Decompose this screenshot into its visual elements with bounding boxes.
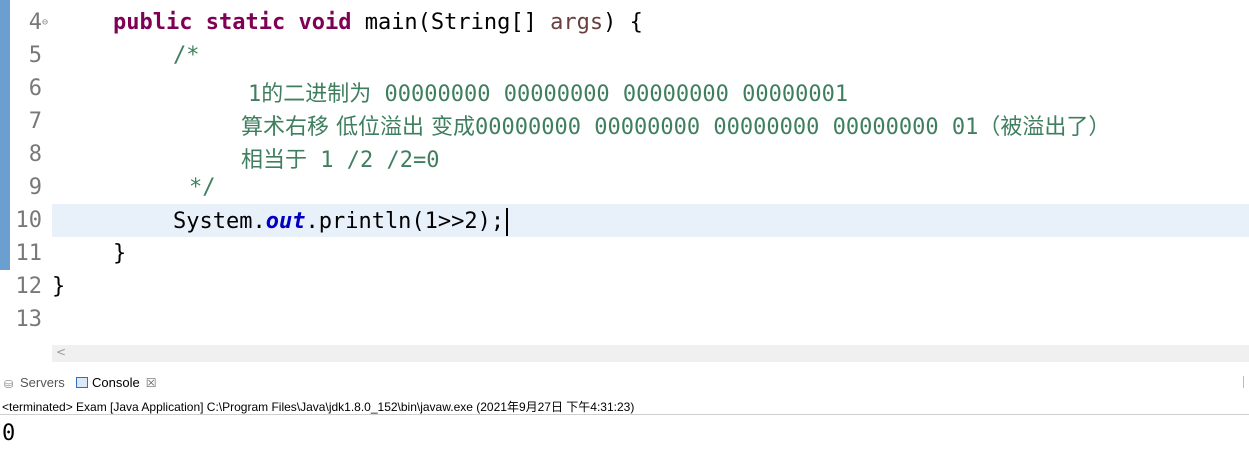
code-line[interactable]: 10 System.out.println(1>>2);: [0, 204, 1249, 237]
code-line[interactable]: 9 */: [0, 171, 1249, 204]
line-number: 5: [28, 43, 42, 68]
servers-icon: ⛁: [4, 379, 14, 391]
code-line[interactable]: 5 /*: [0, 39, 1249, 72]
code-text: }: [52, 274, 66, 299]
code-line[interactable]: 11 }: [0, 237, 1249, 270]
code-line[interactable]: 13: [0, 303, 1249, 336]
line-number: 8: [28, 142, 42, 167]
code-line[interactable]: 7 算术右移 低位溢出 变成00000000 00000000 00000000…: [0, 105, 1249, 140]
code-line[interactable]: 4 ⊖ public static void main(String[] arg…: [0, 6, 1249, 39]
code-line[interactable]: 12 }: [0, 270, 1249, 303]
tab-servers[interactable]: ⛁ Servers: [4, 375, 65, 391]
divider: [0, 414, 1249, 415]
code-text: System.out.println(1>>2);: [173, 208, 509, 236]
tab-console[interactable]: Console ☒: [76, 375, 156, 390]
panel-toolbar-edge: [1243, 376, 1247, 388]
comment-text: */: [189, 175, 216, 200]
tab-label: Console: [92, 375, 140, 390]
tab-label: Servers: [20, 375, 65, 390]
line-number: 6: [28, 76, 42, 101]
code-text: public static void main(String[] args) {: [113, 10, 643, 35]
console-output[interactable]: 0: [2, 421, 15, 446]
line-number: 10: [15, 208, 43, 233]
code-line[interactable]: 6 1的二进制为 00000000 00000000 00000000 0000…: [0, 72, 1249, 107]
line-number: 12: [15, 274, 43, 299]
horizontal-scrollbar[interactable]: <: [52, 345, 1249, 362]
comment-text: 算术右移 低位溢出 变成00000000 00000000 00000000 0…: [241, 115, 1111, 140]
comment-text: 相当于 1 /2 /2=0: [241, 148, 440, 173]
line-number: 13: [15, 307, 43, 332]
bottom-panel-tabs: ⛁ Servers Console ☒: [0, 372, 1249, 396]
code-line[interactable]: 8 相当于 1 /2 /2=0: [0, 138, 1249, 173]
fold-collapse-icon[interactable]: ⊖: [42, 17, 48, 28]
line-number: 7: [28, 109, 42, 134]
code-text: }: [113, 241, 127, 266]
console-icon: [76, 377, 88, 388]
comment-text: 1的二进制为 00000000 00000000 00000000 000000…: [248, 82, 849, 107]
scroll-left-icon[interactable]: <: [56, 345, 66, 359]
line-number: 4: [28, 10, 42, 35]
comment-text: /*: [173, 43, 200, 68]
close-icon[interactable]: ☒: [146, 376, 157, 390]
text-caret: [506, 208, 509, 236]
line-number: 11: [15, 241, 43, 266]
console-status: <terminated> Exam [Java Application] C:\…: [2, 400, 635, 414]
code-editor[interactable]: 4 ⊖ public static void main(String[] arg…: [0, 0, 1249, 345]
line-number: 9: [28, 175, 42, 200]
